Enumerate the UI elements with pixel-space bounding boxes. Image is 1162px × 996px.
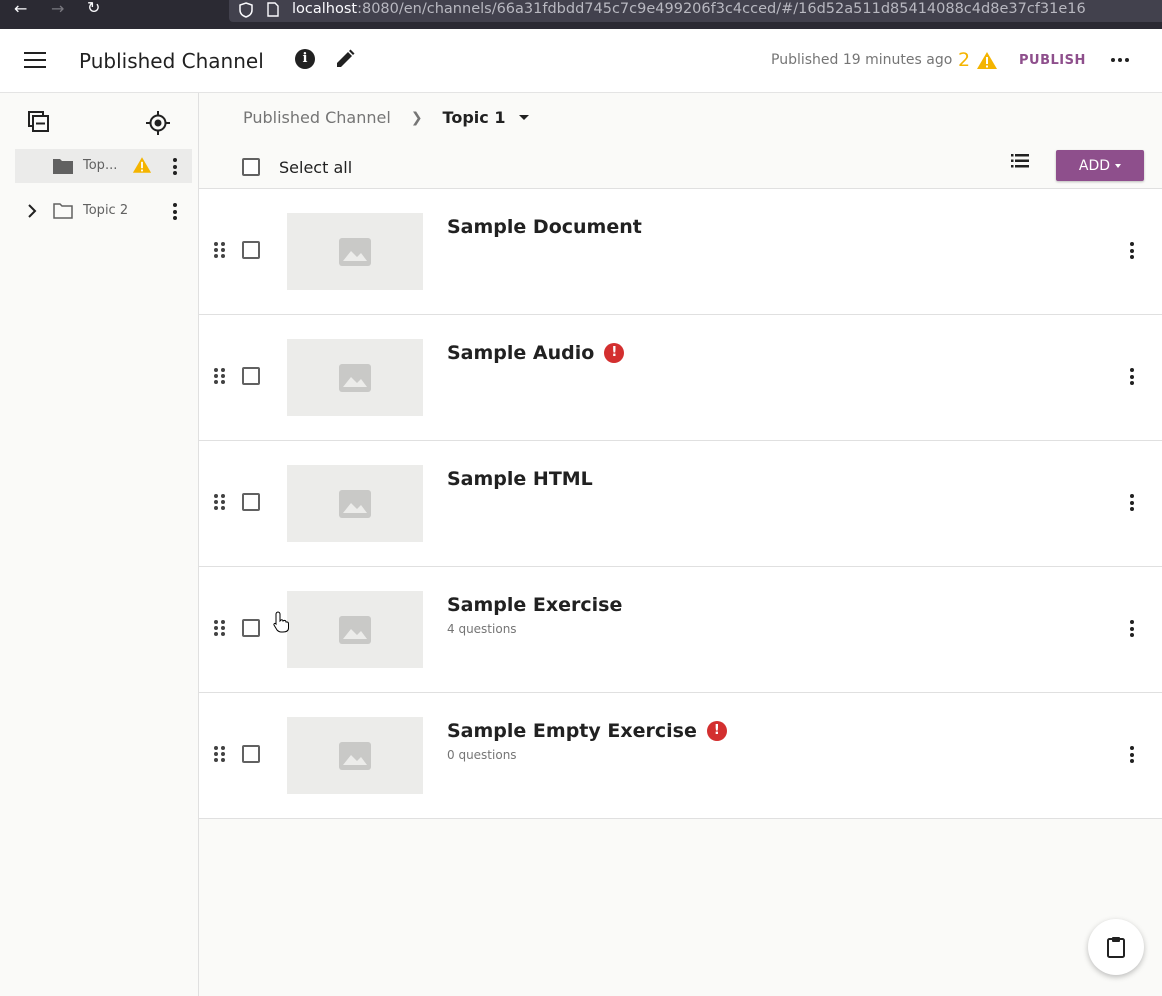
image-placeholder-icon bbox=[339, 741, 371, 770]
thumbnail bbox=[287, 339, 423, 416]
breadcrumb: Published Channel ❯ Topic 1 bbox=[243, 108, 530, 127]
collapse-all-icon[interactable] bbox=[28, 111, 50, 133]
list-item[interactable]: Sample Exercise 4 questions bbox=[199, 567, 1162, 693]
item-title-text: Sample Document bbox=[447, 216, 642, 238]
forward-icon[interactable]: → bbox=[51, 0, 64, 20]
select-all-checkbox[interactable] bbox=[242, 158, 260, 176]
list-item[interactable]: Sample Document bbox=[199, 189, 1162, 315]
hamburger-menu-icon[interactable] bbox=[24, 52, 46, 70]
item-title-text: Sample HTML bbox=[447, 468, 593, 490]
drag-handle-icon[interactable] bbox=[214, 494, 225, 510]
item-title-text: Sample Audio bbox=[447, 342, 595, 364]
error-icon[interactable]: ! bbox=[604, 343, 625, 363]
locate-icon[interactable] bbox=[146, 111, 170, 135]
folder-icon bbox=[53, 159, 73, 174]
thumbnail bbox=[287, 465, 423, 542]
url-host: localhost bbox=[292, 1, 358, 17]
item-title[interactable]: Sample HTML bbox=[447, 468, 593, 490]
main-content: Published Channel ❯ Topic 1 Select all A… bbox=[199, 93, 1162, 996]
sidebar-item-topic-2[interactable]: Topic 2 bbox=[15, 194, 192, 228]
shield-icon[interactable] bbox=[239, 2, 253, 18]
drag-handle-icon[interactable] bbox=[214, 368, 225, 384]
add-button[interactable]: ADD bbox=[1056, 150, 1144, 181]
item-subtitle: 4 questions bbox=[447, 622, 517, 636]
item-options-icon[interactable] bbox=[1130, 494, 1134, 511]
browser-toolbar: ← → ↻ localhost:8080/en/channels/66a31fd… bbox=[0, 0, 1162, 29]
item-checkbox[interactable] bbox=[242, 619, 260, 637]
sidebar-item-options-icon[interactable] bbox=[173, 203, 177, 220]
folder-outline-icon bbox=[53, 203, 73, 219]
sidebar-item-topic-1[interactable]: Top... bbox=[15, 149, 192, 183]
add-button-label: ADD bbox=[1078, 157, 1111, 174]
thumbnail bbox=[287, 717, 423, 794]
more-options-icon[interactable] bbox=[1111, 58, 1129, 62]
item-title-text: Sample Empty Exercise bbox=[447, 720, 697, 742]
item-options-icon[interactable] bbox=[1130, 368, 1134, 385]
select-all-label[interactable]: Select all bbox=[279, 158, 352, 177]
caret-down-icon bbox=[1115, 163, 1122, 168]
sidebar-item-options-icon[interactable] bbox=[173, 158, 177, 175]
address-bar[interactable]: localhost:8080/en/channels/66a31fdbdd745… bbox=[229, 0, 1162, 22]
published-status: Published 19 minutes ago bbox=[771, 52, 953, 68]
drag-handle-icon[interactable] bbox=[214, 620, 225, 636]
breadcrumb-current: Topic 1 bbox=[442, 108, 506, 127]
list-item[interactable]: Sample Empty Exercise! 0 questions bbox=[199, 693, 1162, 819]
item-title[interactable]: Sample Exercise bbox=[447, 594, 622, 616]
list-view-icon[interactable] bbox=[1011, 154, 1029, 168]
item-options-icon[interactable] bbox=[1130, 620, 1134, 637]
reload-icon[interactable]: ↻ bbox=[87, 0, 100, 19]
item-title-text: Sample Exercise bbox=[447, 594, 623, 616]
image-placeholder-icon bbox=[339, 363, 371, 392]
info-icon[interactable]: i bbox=[295, 49, 315, 69]
item-options-icon[interactable] bbox=[1130, 746, 1134, 763]
list-item[interactable]: Sample Audio! bbox=[199, 315, 1162, 441]
warning-count: 2 bbox=[958, 49, 971, 71]
app-header: Published Channel i Published 19 minutes… bbox=[0, 29, 1162, 93]
clipboard-icon bbox=[1107, 937, 1125, 958]
back-icon[interactable]: ← bbox=[14, 0, 27, 20]
edit-pencil-icon[interactable] bbox=[335, 49, 355, 69]
url-path: :8080/en/channels/66a31fdbdd745c7c9e4992… bbox=[357, 1, 1086, 17]
drag-handle-icon[interactable] bbox=[214, 242, 225, 258]
warning-icon[interactable] bbox=[132, 156, 152, 174]
publish-button[interactable]: PUBLISH bbox=[1019, 53, 1086, 68]
item-title[interactable]: Sample Empty Exercise! bbox=[447, 720, 727, 742]
drag-handle-icon[interactable] bbox=[214, 746, 225, 762]
item-checkbox[interactable] bbox=[242, 493, 260, 511]
topic-tree-sidebar: Top... Topic 2 bbox=[0, 93, 199, 996]
channel-title: Published Channel bbox=[79, 49, 264, 73]
item-checkbox[interactable] bbox=[242, 745, 260, 763]
url-text[interactable]: localhost:8080/en/channels/66a31fdbdd745… bbox=[292, 1, 1086, 17]
item-title[interactable]: Sample Audio! bbox=[447, 342, 625, 364]
warning-icon[interactable] bbox=[976, 51, 998, 70]
hand-cursor-icon bbox=[273, 611, 289, 633]
item-options-icon[interactable] bbox=[1130, 242, 1134, 259]
thumbnail bbox=[287, 591, 423, 668]
sidebar-item-label: Topic 2 bbox=[83, 203, 129, 218]
item-checkbox[interactable] bbox=[242, 241, 260, 259]
image-placeholder-icon bbox=[339, 237, 371, 266]
item-checkbox[interactable] bbox=[242, 367, 260, 385]
breadcrumb-dropdown-icon[interactable] bbox=[519, 115, 530, 120]
chevron-right-icon[interactable] bbox=[27, 204, 37, 218]
thumbnail bbox=[287, 213, 423, 290]
list-item[interactable]: Sample HTML bbox=[199, 441, 1162, 567]
content-list: Sample Document Sample Audio! Sample HTM… bbox=[199, 188, 1162, 819]
clipboard-button[interactable] bbox=[1088, 919, 1144, 975]
item-subtitle: 0 questions bbox=[447, 748, 517, 762]
image-placeholder-icon bbox=[339, 615, 371, 644]
image-placeholder-icon bbox=[339, 489, 371, 518]
page-icon bbox=[267, 2, 279, 17]
item-title[interactable]: Sample Document bbox=[447, 216, 642, 238]
error-icon[interactable]: ! bbox=[706, 721, 727, 741]
breadcrumb-separator-icon: ❯ bbox=[410, 109, 423, 126]
breadcrumb-root[interactable]: Published Channel bbox=[243, 108, 391, 127]
sidebar-item-label: Top... bbox=[83, 158, 118, 173]
